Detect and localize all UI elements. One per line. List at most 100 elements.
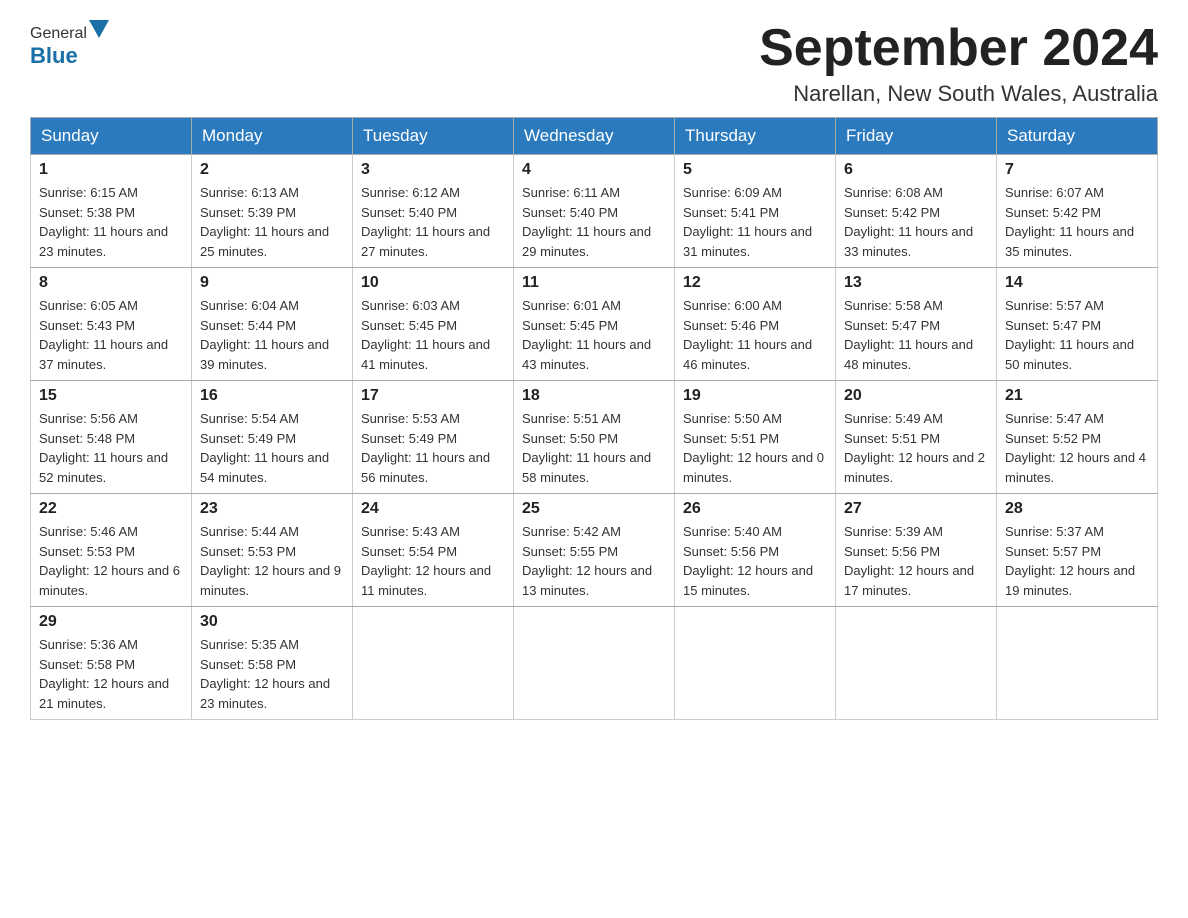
day-number: 19	[683, 387, 827, 405]
calendar-cell: 7 Sunrise: 6:07 AMSunset: 5:42 PMDayligh…	[997, 155, 1158, 268]
day-info: Sunrise: 5:57 AMSunset: 5:47 PMDaylight:…	[1005, 296, 1149, 374]
day-number: 1	[39, 161, 183, 179]
calendar-cell	[514, 607, 675, 720]
day-number: 6	[844, 161, 988, 179]
day-info: Sunrise: 5:58 AMSunset: 5:47 PMDaylight:…	[844, 296, 988, 374]
calendar-cell: 26 Sunrise: 5:40 AMSunset: 5:56 PMDaylig…	[675, 494, 836, 607]
day-number: 25	[522, 500, 666, 518]
col-header-saturday: Saturday	[997, 118, 1158, 155]
day-number: 29	[39, 613, 183, 631]
logo-triangle-icon	[89, 20, 109, 38]
calendar-cell: 16 Sunrise: 5:54 AMSunset: 5:49 PMDaylig…	[192, 381, 353, 494]
day-number: 22	[39, 500, 183, 518]
calendar-cell: 11 Sunrise: 6:01 AMSunset: 5:45 PMDaylig…	[514, 268, 675, 381]
logo: General Blue	[30, 20, 111, 69]
day-number: 30	[200, 613, 344, 631]
day-info: Sunrise: 5:36 AMSunset: 5:58 PMDaylight:…	[39, 635, 183, 713]
calendar-cell: 28 Sunrise: 5:37 AMSunset: 5:57 PMDaylig…	[997, 494, 1158, 607]
calendar-cell: 1 Sunrise: 6:15 AMSunset: 5:38 PMDayligh…	[31, 155, 192, 268]
day-info: Sunrise: 6:13 AMSunset: 5:39 PMDaylight:…	[200, 183, 344, 261]
day-number: 28	[1005, 500, 1149, 518]
day-number: 12	[683, 274, 827, 292]
day-number: 17	[361, 387, 505, 405]
day-number: 3	[361, 161, 505, 179]
day-info: Sunrise: 6:15 AMSunset: 5:38 PMDaylight:…	[39, 183, 183, 261]
day-info: Sunrise: 6:12 AMSunset: 5:40 PMDaylight:…	[361, 183, 505, 261]
calendar-cell: 22 Sunrise: 5:46 AMSunset: 5:53 PMDaylig…	[31, 494, 192, 607]
day-info: Sunrise: 6:07 AMSunset: 5:42 PMDaylight:…	[1005, 183, 1149, 261]
calendar-cell: 9 Sunrise: 6:04 AMSunset: 5:44 PMDayligh…	[192, 268, 353, 381]
logo-blue-text: Blue	[30, 43, 78, 69]
day-info: Sunrise: 5:35 AMSunset: 5:58 PMDaylight:…	[200, 635, 344, 713]
calendar-cell: 25 Sunrise: 5:42 AMSunset: 5:55 PMDaylig…	[514, 494, 675, 607]
day-info: Sunrise: 6:00 AMSunset: 5:46 PMDaylight:…	[683, 296, 827, 374]
calendar-cell: 10 Sunrise: 6:03 AMSunset: 5:45 PMDaylig…	[353, 268, 514, 381]
day-number: 20	[844, 387, 988, 405]
page-header: General Blue September 2024 Narellan, Ne…	[30, 20, 1158, 107]
calendar-cell: 17 Sunrise: 5:53 AMSunset: 5:49 PMDaylig…	[353, 381, 514, 494]
col-header-sunday: Sunday	[31, 118, 192, 155]
day-info: Sunrise: 5:37 AMSunset: 5:57 PMDaylight:…	[1005, 522, 1149, 600]
day-number: 15	[39, 387, 183, 405]
day-info: Sunrise: 6:01 AMSunset: 5:45 PMDaylight:…	[522, 296, 666, 374]
col-header-thursday: Thursday	[675, 118, 836, 155]
calendar-cell: 5 Sunrise: 6:09 AMSunset: 5:41 PMDayligh…	[675, 155, 836, 268]
col-header-monday: Monday	[192, 118, 353, 155]
calendar-cell: 3 Sunrise: 6:12 AMSunset: 5:40 PMDayligh…	[353, 155, 514, 268]
day-number: 16	[200, 387, 344, 405]
day-info: Sunrise: 5:42 AMSunset: 5:55 PMDaylight:…	[522, 522, 666, 600]
col-header-friday: Friday	[836, 118, 997, 155]
day-number: 13	[844, 274, 988, 292]
calendar-cell: 13 Sunrise: 5:58 AMSunset: 5:47 PMDaylig…	[836, 268, 997, 381]
day-info: Sunrise: 6:04 AMSunset: 5:44 PMDaylight:…	[200, 296, 344, 374]
day-info: Sunrise: 5:54 AMSunset: 5:49 PMDaylight:…	[200, 409, 344, 487]
day-number: 21	[1005, 387, 1149, 405]
calendar-cell: 18 Sunrise: 5:51 AMSunset: 5:50 PMDaylig…	[514, 381, 675, 494]
calendar-week-row: 15 Sunrise: 5:56 AMSunset: 5:48 PMDaylig…	[31, 381, 1158, 494]
day-info: Sunrise: 6:11 AMSunset: 5:40 PMDaylight:…	[522, 183, 666, 261]
calendar-cell: 21 Sunrise: 5:47 AMSunset: 5:52 PMDaylig…	[997, 381, 1158, 494]
day-number: 10	[361, 274, 505, 292]
day-info: Sunrise: 5:49 AMSunset: 5:51 PMDaylight:…	[844, 409, 988, 487]
title-block: September 2024 Narellan, New South Wales…	[759, 20, 1158, 107]
calendar-cell	[997, 607, 1158, 720]
calendar-cell: 2 Sunrise: 6:13 AMSunset: 5:39 PMDayligh…	[192, 155, 353, 268]
location-text: Narellan, New South Wales, Australia	[759, 81, 1158, 107]
calendar-cell: 23 Sunrise: 5:44 AMSunset: 5:53 PMDaylig…	[192, 494, 353, 607]
col-header-tuesday: Tuesday	[353, 118, 514, 155]
day-number: 11	[522, 274, 666, 292]
day-number: 18	[522, 387, 666, 405]
day-number: 14	[1005, 274, 1149, 292]
day-number: 9	[200, 274, 344, 292]
calendar-cell: 15 Sunrise: 5:56 AMSunset: 5:48 PMDaylig…	[31, 381, 192, 494]
calendar-week-row: 22 Sunrise: 5:46 AMSunset: 5:53 PMDaylig…	[31, 494, 1158, 607]
calendar-cell: 12 Sunrise: 6:00 AMSunset: 5:46 PMDaylig…	[675, 268, 836, 381]
calendar-cell: 8 Sunrise: 6:05 AMSunset: 5:43 PMDayligh…	[31, 268, 192, 381]
calendar-week-row: 1 Sunrise: 6:15 AMSunset: 5:38 PMDayligh…	[31, 155, 1158, 268]
calendar-cell: 19 Sunrise: 5:50 AMSunset: 5:51 PMDaylig…	[675, 381, 836, 494]
calendar-cell: 24 Sunrise: 5:43 AMSunset: 5:54 PMDaylig…	[353, 494, 514, 607]
day-info: Sunrise: 5:43 AMSunset: 5:54 PMDaylight:…	[361, 522, 505, 600]
calendar-cell: 20 Sunrise: 5:49 AMSunset: 5:51 PMDaylig…	[836, 381, 997, 494]
calendar-cell: 6 Sunrise: 6:08 AMSunset: 5:42 PMDayligh…	[836, 155, 997, 268]
day-info: Sunrise: 5:46 AMSunset: 5:53 PMDaylight:…	[39, 522, 183, 600]
calendar-cell: 27 Sunrise: 5:39 AMSunset: 5:56 PMDaylig…	[836, 494, 997, 607]
calendar-week-row: 8 Sunrise: 6:05 AMSunset: 5:43 PMDayligh…	[31, 268, 1158, 381]
calendar-cell: 4 Sunrise: 6:11 AMSunset: 5:40 PMDayligh…	[514, 155, 675, 268]
day-info: Sunrise: 5:39 AMSunset: 5:56 PMDaylight:…	[844, 522, 988, 600]
day-number: 5	[683, 161, 827, 179]
day-number: 4	[522, 161, 666, 179]
calendar-header-row: SundayMondayTuesdayWednesdayThursdayFrid…	[31, 118, 1158, 155]
month-title: September 2024	[759, 20, 1158, 77]
calendar-cell	[836, 607, 997, 720]
day-number: 23	[200, 500, 344, 518]
calendar-cell	[353, 607, 514, 720]
day-number: 8	[39, 274, 183, 292]
calendar-cell: 29 Sunrise: 5:36 AMSunset: 5:58 PMDaylig…	[31, 607, 192, 720]
day-info: Sunrise: 5:50 AMSunset: 5:51 PMDaylight:…	[683, 409, 827, 487]
day-info: Sunrise: 6:03 AMSunset: 5:45 PMDaylight:…	[361, 296, 505, 374]
day-info: Sunrise: 5:44 AMSunset: 5:53 PMDaylight:…	[200, 522, 344, 600]
day-number: 7	[1005, 161, 1149, 179]
day-info: Sunrise: 6:09 AMSunset: 5:41 PMDaylight:…	[683, 183, 827, 261]
day-info: Sunrise: 5:56 AMSunset: 5:48 PMDaylight:…	[39, 409, 183, 487]
